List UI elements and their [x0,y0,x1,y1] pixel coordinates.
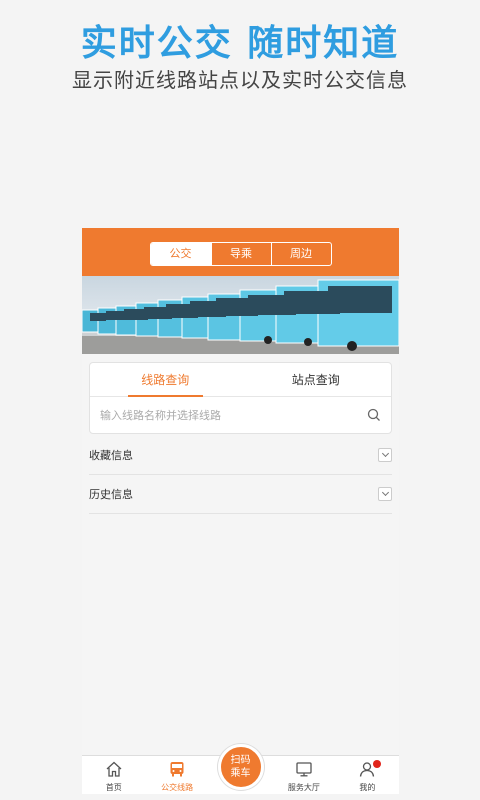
scan-ride-button[interactable]: 扫码 乘车 [217,744,264,790]
tabbar-label-service-hall: 服务大厅 [287,783,320,792]
history-label: 历史信息 [89,488,133,501]
app-header: 公交 导乘 周边 [82,228,399,276]
app-screen: 公交 导乘 周边 线路查询 站点查询 输入线路名称并选择线路 收藏信息 历史信息… [82,228,399,794]
bottom-tab-bar: 首页 公交线路 扫码 乘车 服务大厅 我的 [82,744,399,794]
segment-bus[interactable]: 公交 [150,243,211,265]
bus-banner-image [82,276,399,354]
mode-segmented-control: 公交 导乘 周边 [149,242,332,266]
bus-icon [170,762,184,777]
history-section[interactable]: 历史信息 [89,475,392,514]
promo-title: 实时公交 随时知道 [80,23,400,64]
tabbar-item-scan[interactable]: 扫码 乘车 [209,744,272,794]
notification-dot [373,760,382,768]
chevron-down-icon[interactable] [378,487,392,501]
favorites-section[interactable]: 收藏信息 [89,436,392,475]
tabbar-item-bus-routes[interactable]: 公交线路 [145,756,208,794]
monitor-icon [296,762,312,777]
promo-subtitle: 显示附近线路站点以及实时公交信息 [72,68,408,92]
tabbar-item-service-hall[interactable]: 服务大厅 [272,756,335,794]
tabbar-item-home[interactable]: 首页 [82,756,145,794]
scan-label-line2: 乘车 [230,768,251,779]
segment-guide[interactable]: 导乘 [210,243,271,265]
route-search-input[interactable]: 输入线路名称并选择线路 [90,397,391,433]
tab-route-query[interactable]: 线路查询 [90,363,241,397]
segment-nearby[interactable]: 周边 [270,243,331,265]
tab-stop-query[interactable]: 站点查询 [241,363,392,396]
search-icon[interactable] [367,408,381,422]
search-placeholder: 输入线路名称并选择线路 [100,409,221,422]
home-icon [106,761,122,777]
tabbar-item-mine[interactable]: 我的 [336,756,399,794]
route-query-card: 线路查询 站点查询 输入线路名称并选择线路 [89,362,392,434]
tabbar-label-home: 首页 [105,783,122,792]
favorites-label: 收藏信息 [89,449,133,462]
query-tabs: 线路查询 站点查询 [90,363,391,397]
tabbar-label-mine: 我的 [359,783,376,792]
chevron-down-icon[interactable] [378,448,392,462]
tabbar-label-bus-routes: 公交线路 [161,783,194,792]
scan-label-line1: 扫码 [230,755,251,766]
